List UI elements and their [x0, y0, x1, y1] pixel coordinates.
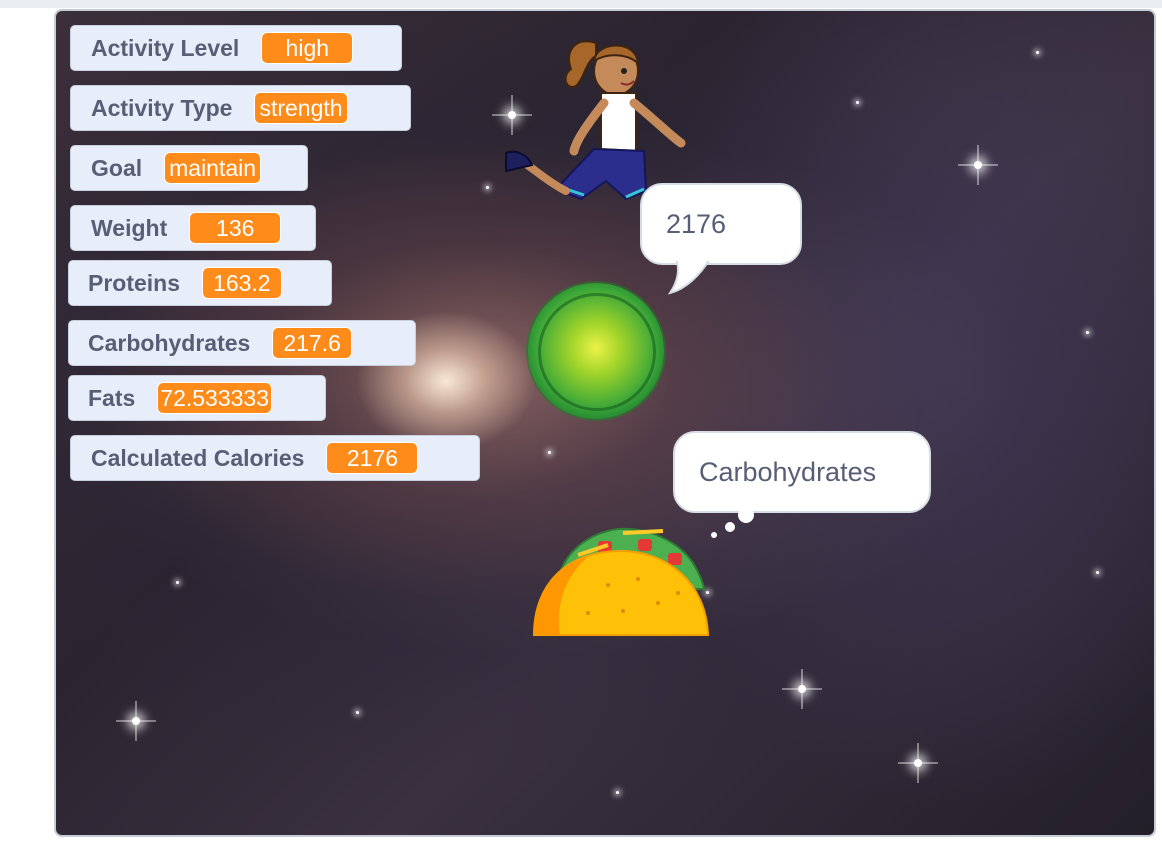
- star: [356, 711, 359, 714]
- monitor-activity-type[interactable]: Activity Type strength: [70, 85, 411, 131]
- monitor-label: Fats: [88, 384, 136, 411]
- speech-bubble-tail: [667, 259, 712, 295]
- monitor-goal[interactable]: Goal maintain: [70, 145, 308, 191]
- star: [1086, 331, 1089, 334]
- monitor-value: 136: [189, 212, 282, 244]
- monitor-value: strength: [254, 92, 348, 124]
- stage[interactable]: Activity Level high Activity Type streng…: [54, 9, 1156, 837]
- monitor-label: Carbohydrates: [88, 329, 251, 356]
- speech-text: 2176: [666, 208, 727, 239]
- monitor-value: 163.2: [202, 267, 282, 299]
- thought-bubble: Carbohydrates: [673, 431, 931, 513]
- monitor-value: 2176: [326, 442, 419, 474]
- star: [1096, 571, 1099, 574]
- monitor-value: maintain: [164, 152, 262, 184]
- monitor-label: Activity Level: [91, 34, 240, 61]
- monitor-proteins[interactable]: Proteins 163.2: [68, 260, 332, 306]
- star: [176, 581, 179, 584]
- monitor-value: 217.6: [272, 327, 352, 359]
- thought-text: Carbohydrates: [699, 456, 877, 487]
- star-sparkle: [914, 759, 922, 767]
- monitor-label: Proteins: [88, 269, 181, 296]
- star: [616, 791, 619, 794]
- taco-sprite[interactable]: [528, 523, 714, 641]
- speech-bubble: 2176: [640, 183, 802, 265]
- star: [548, 451, 551, 454]
- monitor-carbohydrates[interactable]: Carbohydrates 217.6: [68, 320, 416, 366]
- star: [856, 101, 859, 104]
- star: [1036, 51, 1039, 54]
- monitor-value: 72.533333: [157, 382, 273, 414]
- monitor-fats[interactable]: Fats 72.533333: [68, 375, 326, 421]
- star-sparkle: [974, 161, 982, 169]
- top-strip: [0, 0, 1162, 8]
- monitor-label: Weight: [91, 214, 168, 241]
- star-sparkle: [798, 685, 806, 693]
- green-button-sprite[interactable]: [528, 283, 664, 419]
- monitor-calculated-calories[interactable]: Calculated Calories 2176: [70, 435, 480, 481]
- monitor-activity-level[interactable]: Activity Level high: [70, 25, 402, 71]
- monitor-label: Goal: [91, 154, 143, 181]
- star-sparkle: [132, 717, 140, 725]
- monitor-value: high: [261, 32, 354, 64]
- monitor-weight[interactable]: Weight 136: [70, 205, 316, 251]
- monitor-label: Activity Type: [91, 94, 233, 121]
- monitor-label: Calculated Calories: [91, 444, 305, 471]
